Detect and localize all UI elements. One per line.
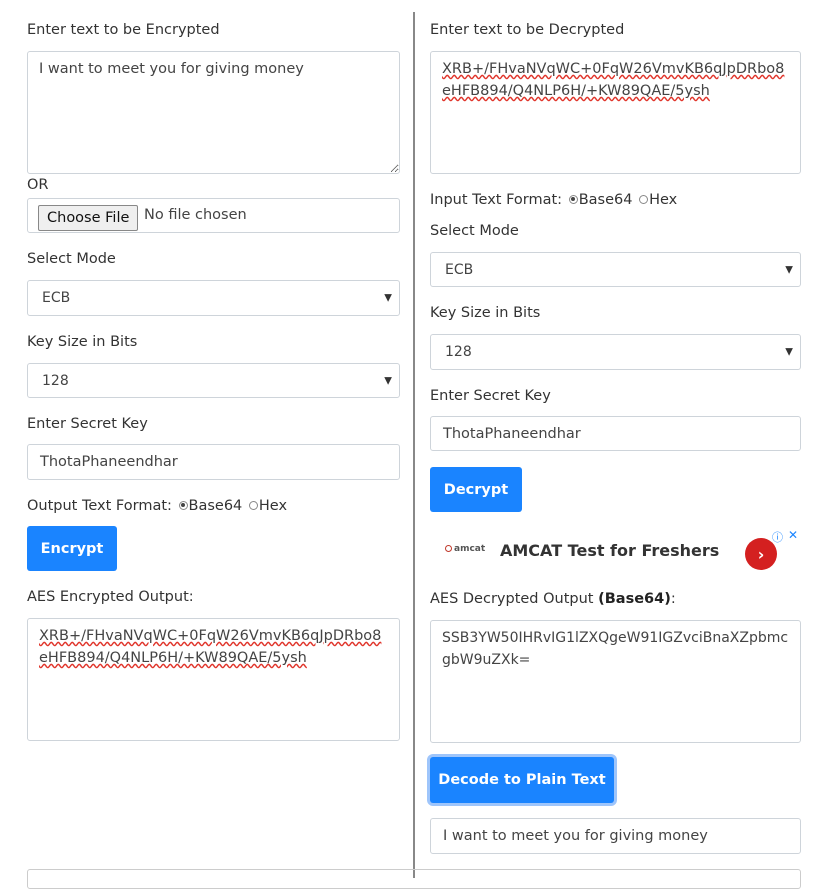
decrypt-keysize-value: 128: [445, 344, 472, 360]
decrypt-secret-input[interactable]: ThotaPhaneendhar: [430, 416, 801, 451]
decrypt-input-line: eHFB894/Q4NLP6H/+KW89QAE/5ysh: [442, 83, 710, 99]
decrypt-mode-select[interactable]: ECB ▼: [430, 252, 801, 287]
radio-hex-label: Hex: [258, 498, 288, 514]
radio-hex[interactable]: [248, 500, 258, 510]
radio-base64-label: Base64: [188, 498, 243, 514]
chevron-down-icon: ▼: [384, 292, 392, 304]
decrypt-mode-label: Select Mode: [430, 223, 519, 239]
decrypted-output-line: SSB3YW50IHRvIG1lZXQgeW91IGZvciBnaXZpbmc: [442, 630, 789, 646]
decrypt-input-textarea[interactable]: XRB+/FHvaNVqWC+0FqW26VmvKB6qJpDRbo8 eHFB…: [430, 51, 801, 174]
encrypt-keysize-value: 128: [42, 372, 69, 389]
amcat-logo: amcat: [445, 544, 485, 554]
bottom-panel: [27, 869, 801, 889]
output-format-row: Output Text Format: Base64 Hex: [27, 498, 287, 514]
decrypted-output-format: (Base64): [598, 591, 671, 607]
radio-base64-label: Base64: [578, 192, 633, 208]
decrypted-output-textarea[interactable]: SSB3YW50IHRvIG1lZXQgeW91IGZvciBnaXZpbmc …: [430, 620, 801, 743]
decrypted-output-colon: :: [670, 591, 676, 607]
decrypted-output-label-row: AES Decrypted Output (Base64):: [430, 591, 676, 607]
decode-to-plain-text-button[interactable]: Decode to Plain Text: [430, 757, 614, 803]
encrypt-keysize-label: Key Size in Bits: [27, 334, 138, 350]
ad-banner[interactable]: amcat AMCAT Test for Freshers › ⓘ ✕: [430, 528, 801, 574]
column-divider: [413, 12, 415, 878]
file-status: No file chosen: [144, 207, 247, 223]
decrypt-keysize-label: Key Size in Bits: [430, 305, 541, 321]
encrypt-secret-input[interactable]: ThotaPhaneendhar: [27, 444, 400, 480]
encrypt-keysize-select[interactable]: 128 ▼: [27, 363, 400, 398]
decrypted-output-line: gbW9uZXk=: [442, 652, 531, 668]
chevron-down-icon: ▼: [785, 264, 793, 275]
file-input[interactable]: Choose File No file chosen: [27, 198, 400, 233]
or-label: OR: [27, 177, 49, 193]
encrypted-output-textarea[interactable]: XRB+/FHvaNVqWC+0FqW26VmvKB6qJpDRbo8 eHFB…: [27, 618, 400, 741]
encrypted-output-line: XRB+/FHvaNVqWC+0FqW26VmvKB6qJpDRbo8: [39, 628, 382, 644]
decrypted-output-label: AES Decrypted Output: [430, 591, 594, 607]
input-format-row: Input Text Format: Base64 Hex: [430, 192, 677, 208]
encrypt-input-label: Enter text to be Encrypted: [27, 22, 220, 38]
encrypt-button[interactable]: Encrypt: [27, 526, 117, 571]
decrypt-mode-value: ECB: [445, 261, 474, 278]
decrypt-keysize-select[interactable]: 128 ▼: [430, 334, 801, 370]
radio-base64[interactable]: [568, 194, 578, 204]
encrypt-mode-value: ECB: [42, 290, 71, 306]
encrypt-input-textarea[interactable]: I want to meet you for giving money: [27, 51, 400, 174]
decrypt-button[interactable]: Decrypt: [430, 467, 522, 512]
plain-text-output[interactable]: I want to meet you for giving money: [430, 818, 801, 854]
chevron-down-icon: ▼: [384, 375, 392, 386]
radio-hex-label: Hex: [649, 192, 678, 208]
encrypted-output-label: AES Encrypted Output:: [27, 589, 194, 605]
close-icon[interactable]: ✕: [788, 528, 798, 542]
plain-text-value: I want to meet you for giving money: [443, 828, 708, 844]
input-format-label: Input Text Format:: [430, 192, 563, 208]
decrypt-secret-value: ThotaPhaneendhar: [443, 425, 581, 442]
chevron-down-icon: ▼: [785, 346, 793, 358]
radio-hex[interactable]: [639, 194, 649, 204]
encrypt-mode-label: Select Mode: [27, 251, 116, 267]
encrypt-secret-label: Enter Secret Key: [27, 416, 148, 432]
encrypt-secret-value: ThotaPhaneendhar: [40, 454, 178, 470]
radio-base64[interactable]: [178, 500, 188, 510]
encrypt-mode-select[interactable]: ECB ▼: [27, 280, 400, 316]
choose-file-button[interactable]: Choose File: [38, 205, 139, 231]
decrypt-secret-label: Enter Secret Key: [430, 388, 551, 404]
decrypt-input-label: Enter text to be Decrypted: [430, 22, 625, 38]
output-format-label: Output Text Format:: [27, 498, 172, 514]
decrypt-input-line: XRB+/FHvaNVqWC+0FqW26VmvKB6qJpDRbo8: [442, 61, 785, 77]
ad-title[interactable]: AMCAT Test for Freshers: [500, 541, 719, 560]
encrypted-output-line: eHFB894/Q4NLP6H/+KW89QAE/5ysh: [39, 650, 307, 666]
info-icon[interactable]: ⓘ: [772, 529, 783, 545]
